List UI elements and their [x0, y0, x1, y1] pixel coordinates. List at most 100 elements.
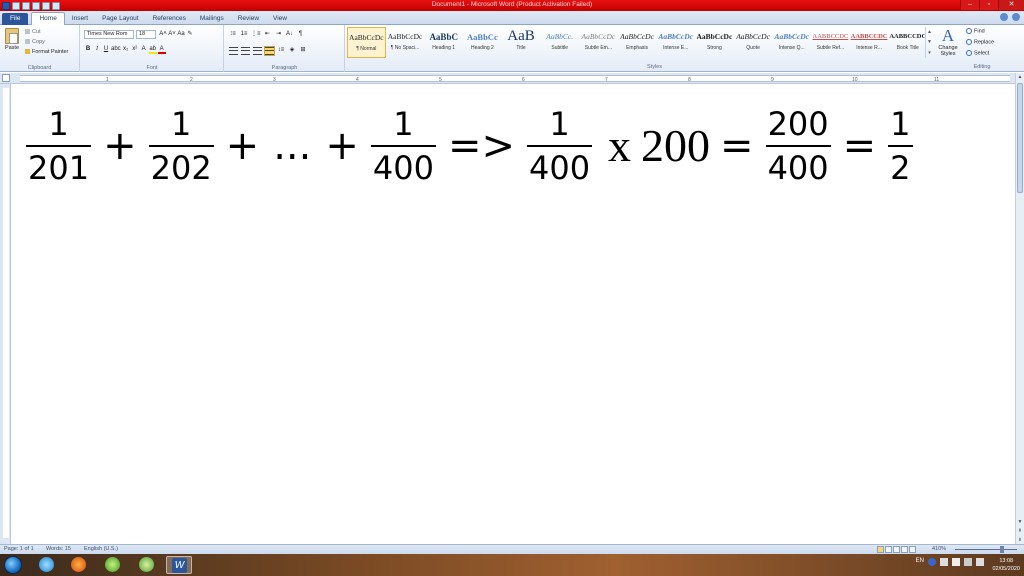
language-bar[interactable]: EN [916, 558, 924, 566]
bold-button[interactable]: B [84, 45, 92, 54]
align-right-button[interactable] [253, 46, 262, 55]
increase-indent-button[interactable]: ⇥ [275, 30, 283, 39]
clock[interactable]: 13:08 02/05/2020 [992, 557, 1020, 573]
language-indicator[interactable]: English (U.S.) [84, 546, 118, 552]
align-center-button[interactable] [241, 46, 250, 55]
change-case-button[interactable]: Aa [177, 30, 185, 39]
zoom-level[interactable]: 410% [932, 546, 946, 552]
decrease-indent-button[interactable]: ⇤ [264, 30, 272, 39]
tab-references[interactable]: References [146, 13, 193, 25]
numbering-button[interactable]: 1≡ [240, 30, 248, 39]
help-tray-icon[interactable] [928, 558, 936, 566]
taskbar-firefox[interactable] [66, 556, 92, 574]
scroll-down-icon[interactable]: ▼ [1016, 518, 1024, 526]
style-subtitle[interactable]: AaBbCc. Subtitle [540, 27, 579, 58]
tab-file[interactable]: File [2, 13, 29, 25]
web-layout-icon[interactable] [893, 546, 900, 553]
superscript-button[interactable]: x² [131, 45, 139, 54]
select-button[interactable]: Select [966, 50, 989, 56]
close-button[interactable]: ✕ [998, 0, 1024, 10]
copy-button[interactable]: Copy [25, 39, 45, 45]
print-layout-icon[interactable] [877, 546, 884, 553]
subscript-button[interactable]: x₂ [122, 45, 130, 54]
sort-button[interactable]: A↓ [286, 30, 294, 39]
tab-mailings[interactable]: Mailings [193, 13, 231, 25]
grow-font-button[interactable]: A˄ [159, 30, 167, 39]
style-normal[interactable]: AaBbCcDc ¶ Normal [347, 27, 386, 58]
outline-icon[interactable] [901, 546, 908, 553]
style-title[interactable]: AaB Title [502, 27, 541, 58]
scroll-up-icon[interactable]: ▲ [1016, 73, 1024, 81]
change-styles-button[interactable]: A Change Styles [935, 27, 961, 58]
tab-review[interactable]: Review [231, 13, 266, 25]
vertical-scrollbar[interactable]: ▲ ▼ ⇞ ⇟ [1015, 73, 1024, 544]
align-left-button[interactable] [229, 46, 238, 55]
text-effects-button[interactable]: A [140, 45, 148, 54]
scroll-thumb[interactable] [1017, 83, 1023, 193]
full-screen-reading-icon[interactable] [885, 546, 892, 553]
bullets-button[interactable]: ⁝≡ [229, 30, 237, 39]
style-intense-quote[interactable]: AaBbCcDc Intense Q... [772, 27, 811, 58]
horizontal-ruler[interactable]: 1 2 3 4 5 6 7 8 9 10 11 [0, 73, 1024, 84]
font-size-combo[interactable]: 18 [136, 30, 156, 39]
style-subtle-reference[interactable]: AABBCCDC Subtle Ref... [811, 27, 850, 58]
paste-button[interactable]: Paste [3, 28, 21, 60]
maximize-button[interactable]: ▫ [979, 0, 998, 10]
more-styles-icon[interactable]: ▾ [928, 50, 931, 56]
style-quote[interactable]: AaBbCcDc Quote [734, 27, 773, 58]
borders-button[interactable]: ⊞ [299, 46, 307, 55]
style-subtle-emphasis[interactable]: AaBbCcDc Subtle Em... [579, 27, 618, 58]
show-formatting-button[interactable]: ¶ [297, 30, 305, 39]
taskbar-internet-explorer[interactable] [34, 556, 60, 574]
start-button[interactable] [4, 556, 22, 574]
word-count[interactable]: Words: 15 [46, 546, 71, 552]
style-emphasis[interactable]: AaBbCcDc Emphasis [618, 27, 657, 58]
style-heading-2[interactable]: AaBbCc Heading 2 [463, 27, 502, 58]
font-color-button[interactable]: A [157, 45, 166, 54]
style-book-title[interactable]: AABBCCDC Book Title [888, 27, 927, 58]
volume-icon[interactable] [976, 558, 984, 566]
multilevel-list-button[interactable]: ⋮≡ [251, 30, 261, 39]
find-button[interactable]: Find [966, 28, 985, 34]
shrink-font-button[interactable]: A˅ [168, 30, 176, 39]
italic-button[interactable]: I [93, 45, 101, 54]
minimize-button[interactable]: – [960, 0, 979, 10]
tab-insert[interactable]: Insert [65, 13, 95, 25]
styles-gallery-scroll[interactable]: ▲ ▼ ▾ [925, 27, 933, 58]
keyboard-icon[interactable] [940, 558, 948, 566]
vertical-ruler[interactable] [0, 84, 11, 544]
minimize-ribbon-icon[interactable] [1000, 13, 1008, 21]
clear-formatting-icon[interactable]: ✎ [186, 30, 194, 39]
tab-home[interactable]: Home [31, 12, 65, 25]
line-spacing-button[interactable]: ↕≡ [277, 46, 285, 55]
style-intense-emphasis[interactable]: AaBbCcDc Intense E... [656, 27, 695, 58]
format-painter-button[interactable]: Format Painter [25, 49, 68, 55]
highlight-color-button[interactable]: ab [148, 45, 157, 54]
taskbar-app-green-2[interactable] [134, 556, 160, 574]
font-name-combo[interactable]: Times New Rom [84, 30, 134, 39]
zoom-slider-knob[interactable] [1000, 546, 1004, 553]
style-heading-1[interactable]: AaBbC Heading 1 [424, 27, 463, 58]
underline-button[interactable]: U [102, 45, 110, 54]
cut-button[interactable]: Cut [25, 29, 41, 35]
help-icon[interactable] [1012, 13, 1020, 21]
taskbar-word[interactable]: W [166, 556, 192, 574]
style-no-spacing[interactable]: AaBbCcDc ¶ No Spaci... [386, 27, 425, 58]
tab-page-layout[interactable]: Page Layout [95, 13, 146, 25]
taskbar-app-green-1[interactable] [100, 556, 126, 574]
style-strong[interactable]: AaBbCcDc Strong [695, 27, 734, 58]
style-intense-reference[interactable]: AABBCCDC Intense R... [850, 27, 889, 58]
strikethrough-button[interactable]: abc [111, 45, 121, 54]
draft-icon[interactable] [909, 546, 916, 553]
tab-view[interactable]: View [266, 13, 294, 25]
chevron-up-icon[interactable]: ▲ [927, 29, 932, 35]
tab-selector-icon[interactable] [2, 74, 10, 82]
next-page-icon[interactable]: ⇟ [1016, 536, 1024, 544]
previous-page-icon[interactable]: ⇞ [1016, 527, 1024, 535]
zoom-slider[interactable] [955, 549, 1017, 550]
network-icon[interactable] [964, 558, 972, 566]
replace-button[interactable]: Replace [966, 39, 994, 45]
page-count[interactable]: Page: 1 of 1 [4, 546, 34, 552]
chevron-down-icon[interactable]: ▼ [927, 39, 932, 45]
flag-icon[interactable] [952, 558, 960, 566]
